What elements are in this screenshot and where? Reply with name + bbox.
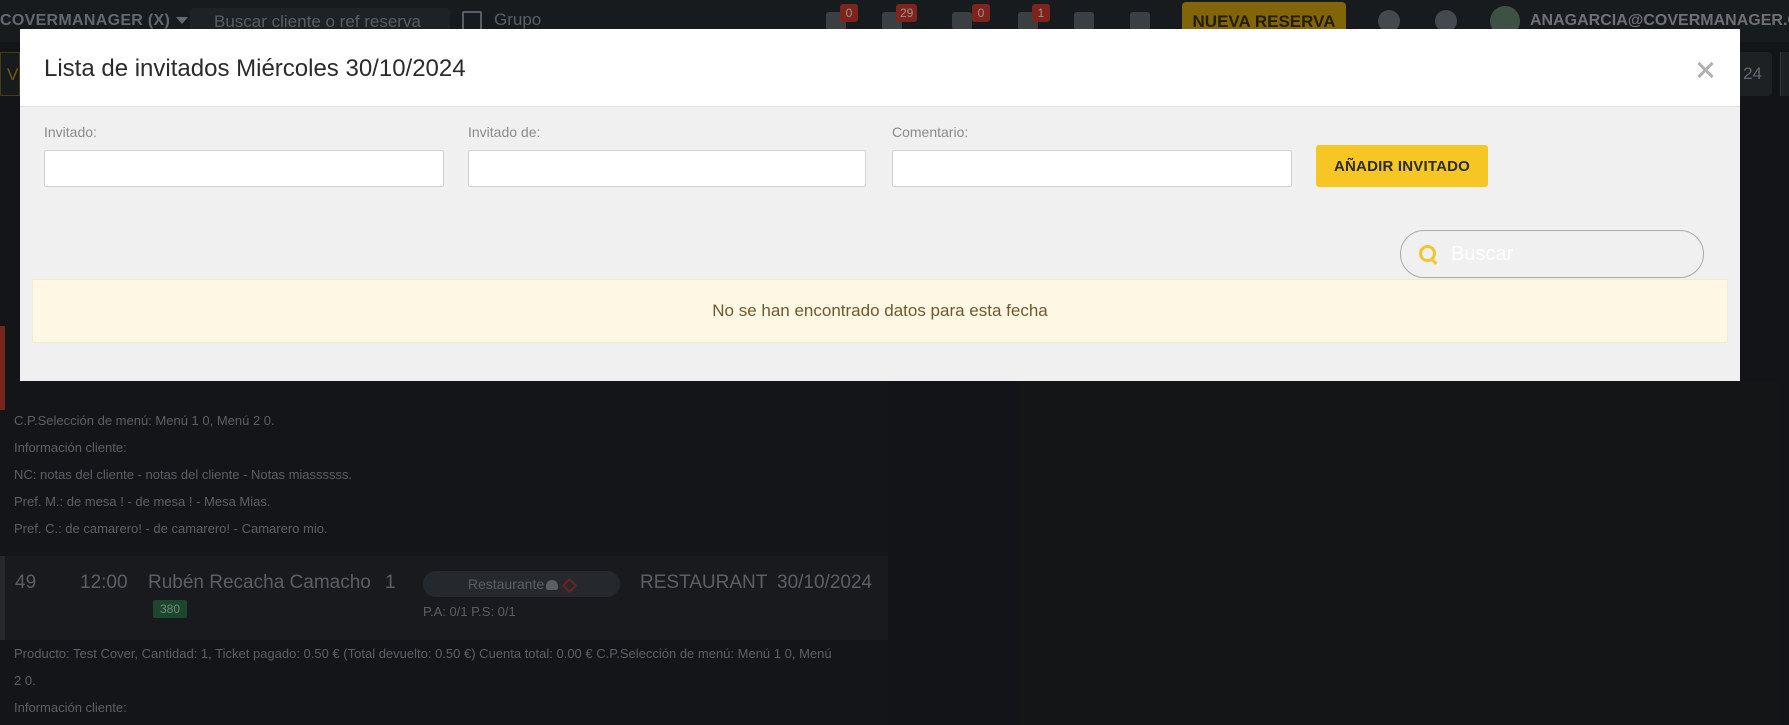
comentario-label: Comentario: (892, 124, 969, 140)
guest-search-input[interactable] (1451, 240, 1691, 268)
add-guest-button[interactable]: AÑADIR INVITADO (1316, 145, 1488, 187)
modal-header: Lista de invitados Miércoles 30/10/2024 (20, 29, 1740, 107)
invitado-de-label: Invitado de: (468, 124, 541, 140)
modal-title: Lista de invitados Miércoles 30/10/2024 (44, 55, 466, 82)
invitado-input[interactable] (44, 150, 444, 187)
guest-list-modal: Lista de invitados Miércoles 30/10/2024 … (20, 29, 1740, 381)
invitado-label: Invitado: (44, 124, 97, 140)
comentario-input[interactable] (892, 150, 1292, 187)
search-icon (1419, 245, 1437, 263)
guest-search[interactable] (1400, 230, 1704, 278)
empty-state-message: No se han encontrado datos para esta fec… (32, 279, 1728, 343)
invitado-de-input[interactable] (468, 150, 866, 187)
close-icon[interactable] (1692, 57, 1718, 83)
